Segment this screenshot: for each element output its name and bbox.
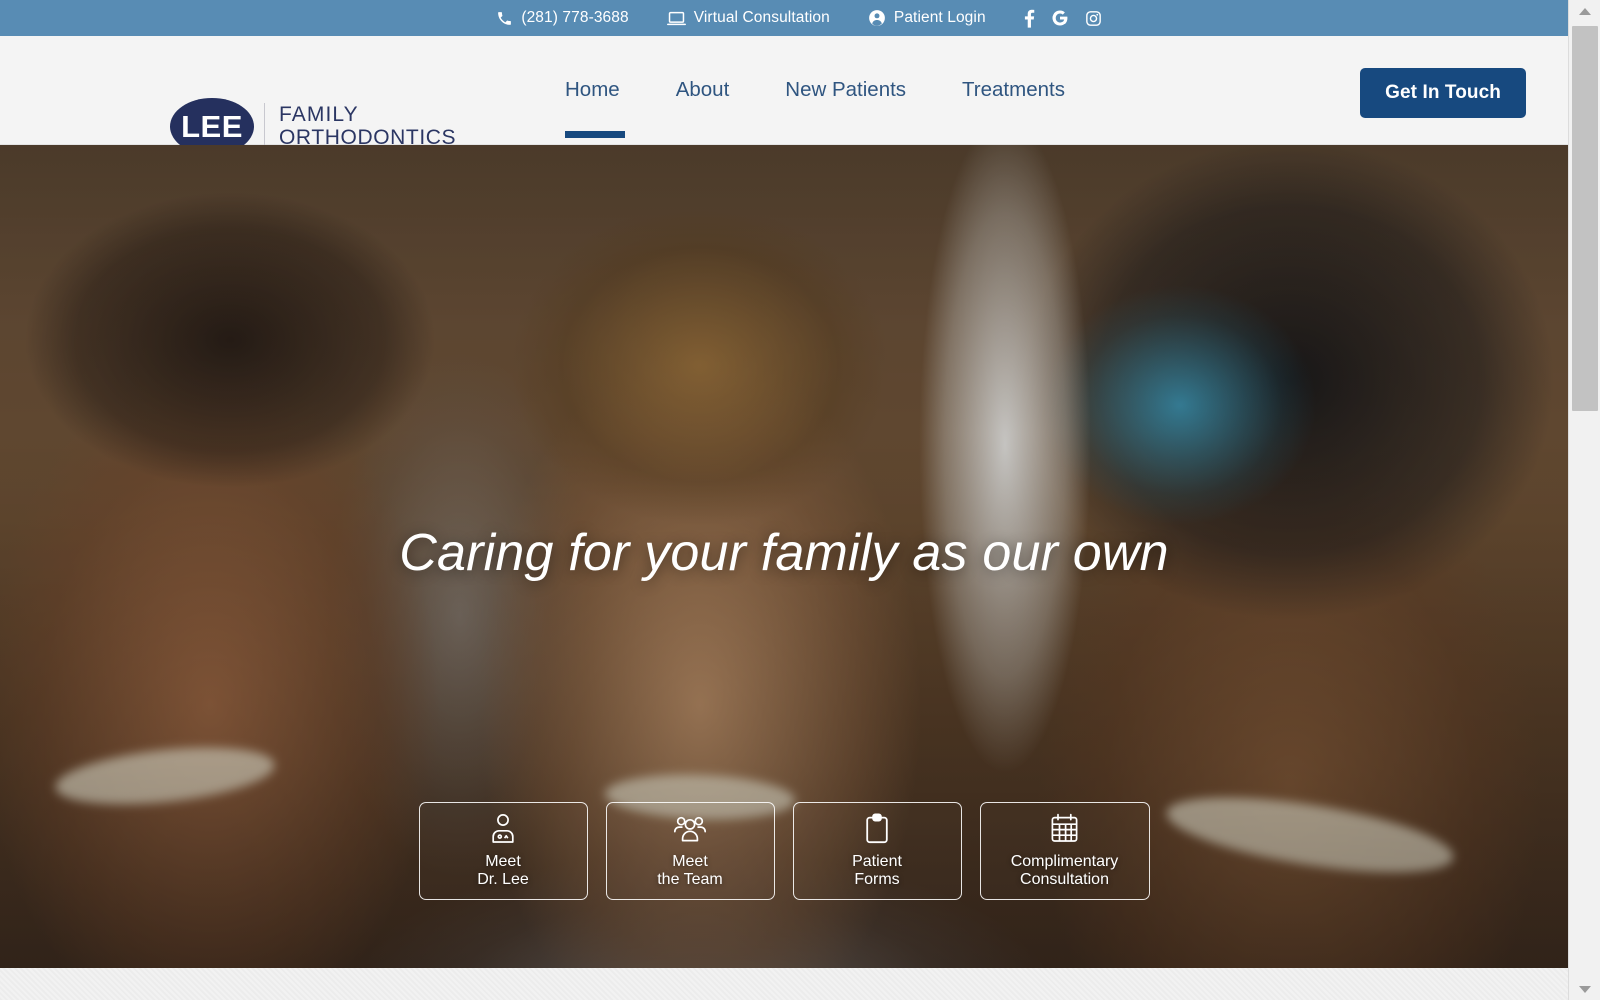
utility-topbar: (281) 778-3688 Virtual Consultation Pati… (0, 0, 1568, 36)
hero-section: Caring for your family as our own Meet D… (0, 145, 1568, 968)
scroll-down-arrow[interactable] (1569, 978, 1600, 1000)
clipboard-icon (864, 813, 890, 844)
browser-viewport: (281) 778-3688 Virtual Consultation Pati… (0, 0, 1600, 1000)
nav-item-new-patients[interactable]: New Patients (785, 78, 906, 104)
browser-scrollbar[interactable] (1568, 0, 1600, 1000)
logo-badge-text: LEE (181, 109, 243, 144)
scrollbar-thumb[interactable] (1572, 26, 1598, 411)
instagram-icon[interactable] (1085, 10, 1102, 27)
card-label: Complimentary Consultation (1010, 852, 1119, 888)
phone-link[interactable]: (281) 778-3688 (496, 9, 629, 27)
nav-item-home[interactable]: Home (565, 78, 625, 138)
card-patient-forms[interactable]: Patient Forms (792, 802, 962, 900)
patient-login-link[interactable]: Patient Login (868, 9, 986, 27)
social-links (1024, 9, 1102, 28)
virtual-consultation-label: Virtual Consultation (693, 9, 830, 26)
site-header: LEE FAMILY ORTHODONTICS Home About New P… (0, 36, 1568, 155)
logo-divider (264, 102, 265, 151)
main-navigation: Home About New Patients Treatments (565, 36, 1065, 145)
card-label: Meet the Team (657, 852, 723, 888)
phone-icon (496, 10, 513, 27)
hero-quick-links: Meet Dr. Lee Meet the Team Patient Forms… (0, 802, 1568, 900)
hero-headline: Caring for your family as our own (399, 524, 1169, 582)
card-complimentary-consultation[interactable]: Complimentary Consultation (979, 802, 1150, 900)
google-icon[interactable] (1051, 9, 1069, 27)
nav-item-treatments[interactable]: Treatments (962, 78, 1065, 104)
virtual-consultation-link[interactable]: Virtual Consultation (666, 9, 830, 27)
patient-login-label: Patient Login (893, 9, 986, 26)
doctor-icon (488, 813, 518, 844)
card-meet-dr-lee[interactable]: Meet Dr. Lee (418, 802, 588, 900)
calendar-icon (1050, 813, 1079, 844)
facebook-icon[interactable] (1024, 9, 1035, 28)
phone-label: (281) 778-3688 (521, 9, 629, 26)
below-fold-section (0, 968, 1568, 1000)
card-meet-the-team[interactable]: Meet the Team (605, 802, 775, 900)
team-icon (673, 813, 707, 844)
card-label: Patient Forms (852, 852, 902, 888)
nav-item-about[interactable]: About (676, 78, 730, 104)
user-circle-icon (868, 9, 886, 27)
laptop-icon (666, 10, 686, 27)
logo-line-1: FAMILY (279, 102, 359, 126)
card-label: Meet Dr. Lee (477, 852, 529, 888)
get-in-touch-button[interactable]: Get In Touch (1360, 68, 1526, 118)
page-content: (281) 778-3688 Virtual Consultation Pati… (0, 0, 1568, 1000)
logo-wordmark: FAMILY ORTHODONTICS (279, 102, 456, 149)
scroll-up-arrow[interactable] (1569, 0, 1600, 22)
